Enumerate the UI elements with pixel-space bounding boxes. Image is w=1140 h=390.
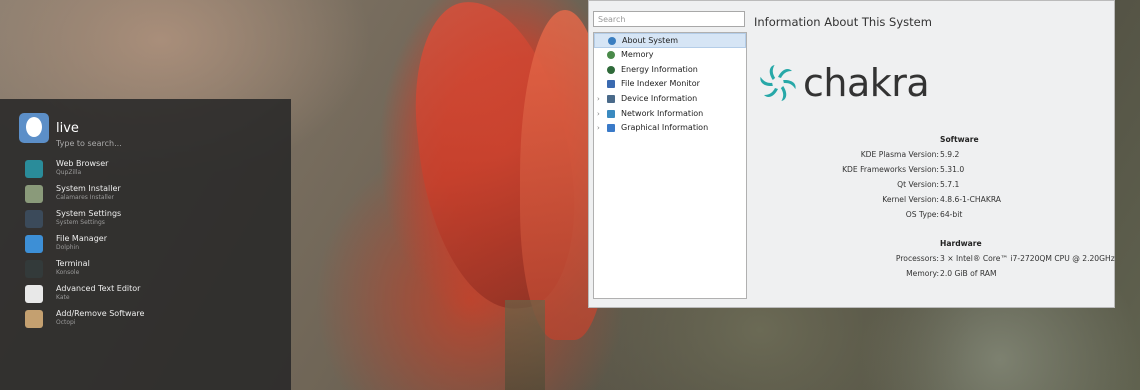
info-key: Processors: bbox=[895, 254, 939, 263]
launcher-app-text: File Manager Dolphin bbox=[56, 234, 107, 252]
avatar[interactable] bbox=[19, 113, 49, 143]
tree-item[interactable]: Energy Information bbox=[594, 63, 746, 78]
info-key: KDE Frameworks Version: bbox=[842, 165, 939, 174]
launcher-app-subtitle: QupZilla bbox=[56, 169, 82, 176]
tree-item-label: Device Information bbox=[621, 94, 698, 104]
logo-text: chakra bbox=[803, 61, 930, 105]
info-key: Kernel Version: bbox=[882, 195, 939, 204]
tree-item-label: Memory bbox=[621, 50, 654, 59]
page-title: Information About This System bbox=[754, 15, 932, 29]
info-key: Qt Version: bbox=[897, 180, 939, 189]
launcher-app-text: Add/Remove Software Octopi bbox=[56, 309, 144, 327]
launcher-app-subtitle: Octopi bbox=[56, 319, 76, 326]
info-value: 4.8.6-1-CHAKRA bbox=[940, 195, 1001, 204]
launcher-app-text: System Settings System Settings bbox=[56, 209, 121, 227]
app-list: Web Browser QupZilla System Installer Calam… bbox=[25, 159, 144, 334]
installer-icon bbox=[25, 185, 43, 203]
launcher-app-item[interactable]: Add/Remove Software Octopi bbox=[25, 309, 144, 334]
text-editor-icon bbox=[25, 285, 43, 303]
settings-icon bbox=[25, 210, 43, 228]
hardware-heading: Hardware bbox=[940, 239, 982, 248]
tree-item[interactable]: › Device Information bbox=[594, 92, 746, 107]
expand-arrow-icon[interactable]: › bbox=[597, 107, 600, 122]
module-tree: About System Memory Energy Information File… bbox=[593, 32, 747, 299]
terminal-icon bbox=[25, 260, 43, 278]
wallpaper-stem bbox=[505, 300, 545, 390]
launcher-app-subtitle: Konsole bbox=[56, 269, 80, 276]
info-value: 64-bit bbox=[940, 210, 963, 219]
launcher-app-item[interactable]: Terminal Konsole bbox=[25, 259, 144, 284]
launcher-app-item[interactable]: System Installer Calamares Installer bbox=[25, 184, 144, 209]
launcher-app-subtitle: Dolphin bbox=[56, 244, 80, 251]
tree-item[interactable]: File Indexer Monitor bbox=[594, 77, 746, 92]
tree-item-label: Graphical Information bbox=[621, 123, 709, 133]
tree-item-label: Network Information bbox=[621, 108, 704, 118]
graphics-icon bbox=[607, 124, 615, 133]
launcher-app-item[interactable]: Advanced Text Editor Kate bbox=[25, 284, 144, 309]
launcher-app-name: System Installer bbox=[56, 184, 121, 193]
network-icon bbox=[607, 109, 615, 118]
launcher-app-text: System Installer Calamares Installer bbox=[56, 184, 121, 202]
launcher-app-item[interactable]: Web Browser QupZilla bbox=[25, 159, 144, 184]
package-icon bbox=[25, 310, 43, 328]
device-icon bbox=[607, 95, 615, 104]
info-key: OS Type: bbox=[905, 210, 939, 219]
web-browser-icon bbox=[25, 160, 43, 178]
launcher-app-item[interactable]: File Manager Dolphin bbox=[25, 234, 144, 259]
tree-item[interactable]: Memory bbox=[594, 48, 746, 63]
tree-item-label: File Indexer Monitor bbox=[621, 79, 700, 89]
launcher-app-subtitle: Calamares Installer bbox=[56, 194, 115, 201]
launcher-app-text: Web Browser QupZilla bbox=[56, 159, 108, 177]
tree-item[interactable]: About System bbox=[594, 33, 746, 48]
expand-arrow-icon[interactable]: › bbox=[597, 121, 600, 136]
tree-item[interactable]: › Graphical Information bbox=[594, 121, 746, 136]
launcher-app-text: Terminal Konsole bbox=[56, 259, 90, 277]
launcher-app-item[interactable]: System Settings System Settings bbox=[25, 209, 144, 234]
info-value: 5.7.1 bbox=[940, 180, 960, 189]
launcher-app-name: Web Browser bbox=[56, 159, 109, 168]
launcher-app-name: File Manager bbox=[56, 234, 107, 243]
info-key: KDE Plasma Version: bbox=[860, 150, 939, 159]
info-value: 2.0 GiB of RAM bbox=[940, 269, 997, 278]
launcher-app-subtitle: Kate bbox=[56, 294, 70, 301]
search-input[interactable]: Search bbox=[593, 11, 745, 27]
user-name: live bbox=[56, 120, 79, 136]
tree-item[interactable]: › Network Information bbox=[594, 107, 746, 122]
info-value: 5.31.0 bbox=[940, 165, 965, 174]
tree-item-label: About System bbox=[622, 36, 679, 45]
launcher-app-name: Add/Remove Software bbox=[56, 309, 145, 318]
file-indexer-icon bbox=[607, 80, 615, 89]
launcher-search-input[interactable]: Type to search... bbox=[56, 139, 122, 148]
launcher-app-name: System Settings bbox=[56, 209, 122, 218]
folder-icon bbox=[25, 235, 43, 253]
memory-icon bbox=[607, 51, 615, 59]
application-launcher: live Type to search... Web Browser QupZil… bbox=[0, 99, 291, 390]
info-value: 3 × Intel® Core™ i7-2720QM CPU @ 2.20GHz bbox=[940, 254, 1115, 263]
launcher-app-name: Advanced Text Editor bbox=[56, 284, 141, 293]
info-value: 5.9.2 bbox=[940, 150, 960, 159]
software-heading: Software bbox=[940, 135, 979, 144]
info-center-window: Search About System Memory Energy Informat… bbox=[588, 0, 1115, 308]
chakra-logo-icon bbox=[760, 64, 796, 102]
expand-arrow-icon[interactable]: › bbox=[597, 92, 600, 107]
launcher-app-name: Terminal bbox=[56, 259, 90, 268]
launcher-app-text: Advanced Text Editor Kate bbox=[56, 284, 140, 302]
distro-logo: chakra bbox=[757, 61, 930, 105]
energy-icon bbox=[607, 65, 615, 74]
tree-item-label: Energy Information bbox=[621, 64, 698, 74]
info-key: Memory: bbox=[906, 269, 939, 278]
info-icon bbox=[608, 37, 616, 45]
launcher-app-subtitle: System Settings bbox=[56, 219, 105, 226]
